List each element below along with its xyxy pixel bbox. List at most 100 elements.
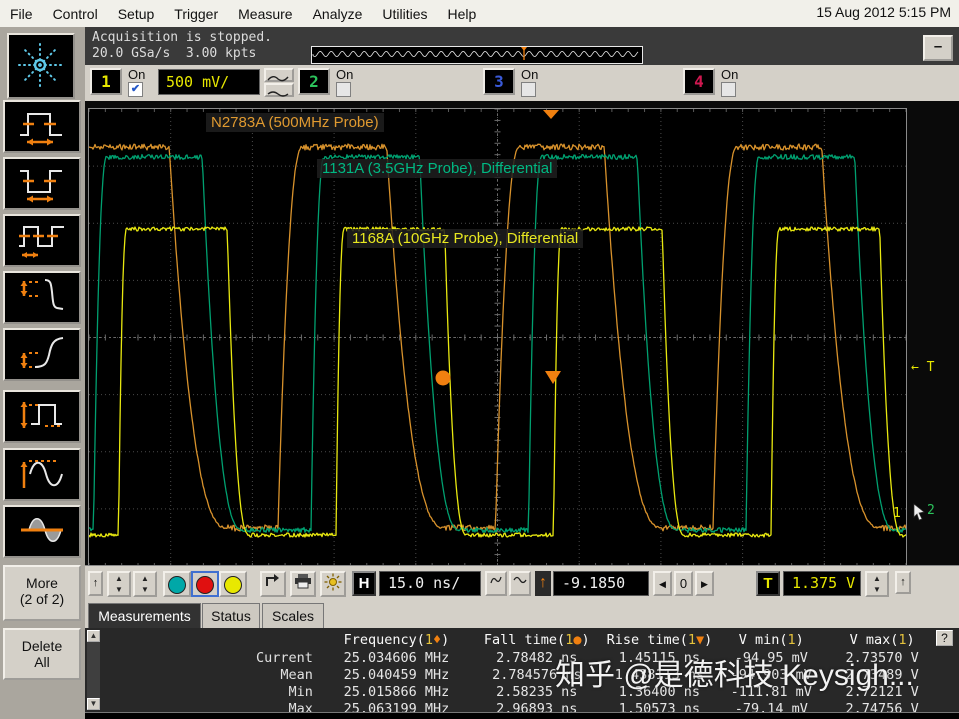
- menu-items: FileControlSetupTriggerMeasureAnalyzeUti…: [0, 6, 486, 22]
- marker-c-button[interactable]: [219, 571, 247, 597]
- channel-2-button[interactable]: 2: [298, 68, 330, 95]
- scroll-up-icon[interactable]: ▲: [87, 630, 100, 642]
- menu-item-setup[interactable]: Setup: [108, 6, 165, 22]
- row-label: Max: [101, 701, 319, 712]
- channel-1-on-checkbox[interactable]: ✔: [128, 82, 143, 97]
- acquisition-status-text: Acquisition is stopped.: [92, 30, 272, 45]
- trigger-level-field[interactable]: 1.375 V: [783, 571, 861, 596]
- watermark-text: 知乎 @是德科技 Keysigh...: [555, 650, 959, 694]
- measure-v-amplitude-button[interactable]: .w{fill:none;stroke:#e8e8e8;stroke-width…: [3, 448, 81, 501]
- channel-2-number: 2: [309, 72, 319, 91]
- channel-2-on-label: On: [336, 67, 353, 82]
- tab-measurements[interactable]: Measurements: [88, 603, 201, 628]
- more-button[interactable]: More (2 of 2): [3, 565, 81, 621]
- channel-2-on-checkbox[interactable]: [336, 82, 351, 97]
- help-button[interactable]: ?: [936, 630, 953, 646]
- channel-3-number: 3: [494, 72, 504, 91]
- marker-a-button[interactable]: [163, 571, 191, 597]
- starburst-icon: [9, 35, 71, 95]
- datetime-display: 15 Aug 2012 5:15 PM: [816, 4, 951, 20]
- position-right-button[interactable]: ▶: [695, 571, 714, 596]
- scale-up-button[interactable]: ↑: [88, 571, 103, 596]
- trigger-slope-up-button[interactable]: ↑: [895, 571, 911, 594]
- agilent-logo[interactable]: [7, 33, 75, 99]
- measurement-sidebar: .w{fill:none;stroke:#e8e8e8;stroke-width…: [0, 27, 86, 719]
- horizontal-controls-bar: ↑ ▲▼ ▲▼ H 15.0 ns/ ↑ -9.1850 ns ◀ 0 ▶ T …: [85, 565, 959, 602]
- spin-down-icon[interactable]: ▼: [867, 584, 887, 595]
- horizontal-menu-button[interactable]: H: [352, 571, 376, 596]
- measurement-value: 2.96893 ns: [474, 701, 600, 712]
- measure-pulse-width-positive-button[interactable]: .w{fill:none;stroke:#e8e8e8;stroke-width…: [3, 100, 81, 153]
- channel-1-on-label: On: [128, 67, 145, 82]
- measure-v-peak-peak-button[interactable]: .w{fill:none;stroke:#e8e8e8;stroke-width…: [3, 390, 81, 443]
- waveform-grid[interactable]: N2783A (500MHz Probe)1131A (3.5GHz Probe…: [88, 108, 907, 567]
- display-brightness-button[interactable]: [320, 571, 346, 597]
- menu-item-control[interactable]: Control: [43, 6, 108, 22]
- position-left-button[interactable]: ◀: [653, 571, 672, 596]
- spin-up-icon[interactable]: ▲: [135, 573, 155, 584]
- menu-item-utilities[interactable]: Utilities: [372, 6, 437, 22]
- spin-down-icon[interactable]: ▼: [135, 584, 155, 595]
- channel-1-ground-marker[interactable]: 1: [893, 506, 901, 521]
- table-scrollbar[interactable]: ▲ ▼: [87, 630, 100, 710]
- sample-rate-text: 20.0 GSa/s 3.00 kpts: [92, 46, 256, 61]
- horizontal-position-field[interactable]: -9.1850 ns: [553, 571, 649, 596]
- vertical-spinner-1[interactable]: ▲▼: [107, 571, 131, 597]
- trace-label: 1168A (10GHz Probe), Differential: [347, 229, 583, 248]
- trigger-level-marker[interactable]: ← T: [911, 360, 934, 375]
- position-zero-button[interactable]: 0: [674, 571, 693, 596]
- spin-up-icon[interactable]: ▲: [109, 573, 129, 584]
- vertical-spinner-2[interactable]: ▲▼: [133, 571, 157, 597]
- menu-item-analyze[interactable]: Analyze: [303, 6, 373, 22]
- measure-pulse-width-negative-button[interactable]: .w{fill:none;stroke:#e8e8e8;stroke-width…: [3, 157, 81, 210]
- row-label: Current: [101, 650, 319, 667]
- zoom-wave-button-1[interactable]: [485, 571, 507, 596]
- menu-item-help[interactable]: Help: [438, 6, 487, 22]
- timebase-field[interactable]: 15.0 ns/: [379, 571, 481, 596]
- print-button[interactable]: [290, 571, 316, 597]
- channel-controls-row: 1 On ✔ 500 mV/ 2 On 3 On 4 On: [85, 65, 959, 101]
- scroll-down-icon[interactable]: ▼: [87, 698, 100, 710]
- clear-display-button[interactable]: [260, 571, 286, 597]
- channel-3-on-checkbox[interactable]: [521, 82, 536, 97]
- v-amplitude-icon: .w{fill:none;stroke:#e8e8e8;stroke-width…: [15, 451, 69, 496]
- bottom-tabs: MeasurementsStatusScales: [85, 601, 959, 628]
- tab-status[interactable]: Status: [202, 603, 260, 628]
- measure-rise-time-button[interactable]: .w{fill:none;stroke:#e8e8e8;stroke-width…: [3, 328, 81, 381]
- oscilloscope-app: FileControlSetupTriggerMeasureAnalyzeUti…: [0, 0, 959, 719]
- trigger-level-spinner[interactable]: ▲▼: [865, 571, 889, 597]
- measure-period-button[interactable]: .w{fill:none;stroke:#e8e8e8;stroke-width…: [3, 214, 81, 267]
- zoom-wave-button-2[interactable]: [509, 571, 531, 596]
- measurement-value: 25.040459 MHz: [319, 667, 474, 684]
- trigger-menu-button[interactable]: T: [756, 571, 780, 596]
- delete-all-button[interactable]: Delete All: [3, 628, 81, 680]
- channel-4-button[interactable]: 4: [683, 68, 715, 95]
- channel-4-on-checkbox[interactable]: [721, 82, 736, 97]
- tab-scales[interactable]: Scales: [262, 603, 324, 628]
- marker-b-button[interactable]: [191, 571, 219, 597]
- teal-circle-icon: [168, 576, 186, 594]
- menu-item-file[interactable]: File: [0, 6, 43, 22]
- yellow-circle-icon: [224, 576, 242, 594]
- spin-down-icon[interactable]: ▼: [109, 584, 129, 595]
- menu-item-trigger[interactable]: Trigger: [164, 6, 228, 22]
- channel-1-button[interactable]: 1: [90, 68, 122, 95]
- measure-fall-time-button[interactable]: .w{fill:none;stroke:#e8e8e8;stroke-width…: [3, 271, 81, 324]
- delete-label: Delete: [5, 638, 79, 654]
- measurement-value: 1.50573 ns: [600, 701, 720, 712]
- spin-up-icon[interactable]: ▲: [867, 573, 887, 584]
- channel-4-on-label: On: [721, 67, 738, 82]
- measure-v-average-button[interactable]: .w{fill:none;stroke:#e8e8e8;stroke-width…: [3, 505, 81, 558]
- coupling-dc-button[interactable]: [264, 83, 294, 97]
- coupling-ac-button[interactable]: [264, 68, 294, 82]
- trigger-slope-indicator[interactable]: ↑: [535, 571, 551, 596]
- channel-3-button[interactable]: 3: [483, 68, 515, 95]
- channel-1-number: 1: [101, 72, 111, 91]
- column-header: Fall time(1●): [474, 632, 600, 649]
- channel-1-scale-field[interactable]: 500 mV/: [158, 69, 260, 95]
- more-sublabel: (2 of 2): [5, 591, 79, 607]
- minimize-button[interactable]: –: [923, 35, 953, 61]
- menu-item-measure[interactable]: Measure: [228, 6, 302, 22]
- v-peak-peak-icon: .w{fill:none;stroke:#e8e8e8;stroke-width…: [15, 393, 69, 438]
- timebase-preview-strip[interactable]: [311, 46, 643, 64]
